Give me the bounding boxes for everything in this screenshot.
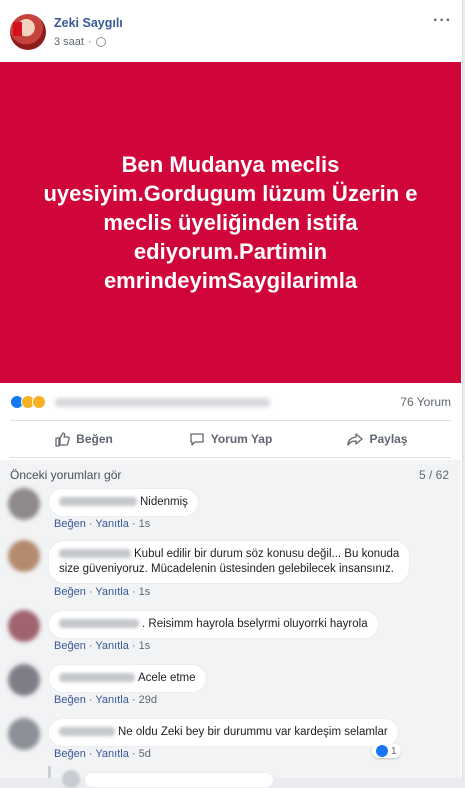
post-meta: 3 saat ·: [54, 36, 106, 48]
meta-separator: ·: [87, 36, 92, 48]
comment-actions: Beğen · Yanıtla · 5d: [54, 748, 151, 760]
comment-label: Yorum Yap: [210, 432, 273, 446]
comment-bubble: Kubul edilir bir durum söz konusu değil.…: [48, 540, 411, 584]
comment-like-link[interactable]: Beğen: [54, 694, 86, 706]
flag-icon: [13, 22, 22, 36]
more-options-icon[interactable]: ···: [433, 12, 452, 30]
separator: ·: [131, 694, 136, 706]
action-bar: Beğen Yorum Yap Paylaş: [10, 420, 451, 458]
comments-section: Önceki yorumları gör 5 / 62 Nidenmiş Beğ…: [0, 460, 461, 788]
separator: ·: [131, 586, 136, 598]
share-button[interactable]: Paylaş: [304, 421, 451, 457]
commenter-name-blurred[interactable]: [59, 727, 115, 737]
author-name[interactable]: Zeki Saygılı: [54, 16, 123, 30]
comment-bubble: Nidenmiş: [48, 488, 199, 517]
post-header: Zeki Saygılı 3 saat · ···: [0, 0, 462, 62]
comment-bubble: . Reisimm hayrola bselyrmi oluyorrki hay…: [48, 610, 379, 639]
comment-actions: Beğen · Yanıtla · 1s: [54, 640, 150, 652]
commenter-avatar[interactable]: [8, 664, 40, 696]
commenter-avatar[interactable]: [8, 718, 40, 750]
reaction-stats: 76 Yorum: [0, 388, 461, 416]
commenter-avatar[interactable]: [8, 540, 40, 572]
comment-reply-link[interactable]: Yanıtla: [95, 694, 128, 706]
comment-age[interactable]: 1s: [139, 586, 151, 598]
commenter-name-blurred[interactable]: [59, 673, 135, 683]
reaction-count: 1: [391, 745, 397, 757]
thumbs-up-icon: [55, 432, 70, 447]
author-avatar[interactable]: [10, 14, 46, 50]
comment-age[interactable]: 1s: [139, 640, 151, 652]
reply-bubble-partial: [84, 772, 274, 788]
commenter-name-blurred[interactable]: [59, 619, 139, 629]
comment-reply-link[interactable]: Yanıtla: [95, 518, 128, 530]
reaction-names-blurred[interactable]: [55, 397, 270, 407]
commenter-avatar[interactable]: [8, 488, 40, 520]
comment-count[interactable]: 76 Yorum: [400, 395, 451, 409]
like-label: Beğen: [76, 432, 113, 446]
separator: ·: [131, 748, 136, 760]
comment-text: Nidenmiş: [140, 496, 188, 508]
separator: ·: [131, 640, 136, 652]
separator: ·: [88, 640, 93, 652]
comment-reply-link[interactable]: Yanıtla: [95, 748, 128, 760]
share-icon: [347, 433, 364, 446]
comment-icon: [190, 433, 204, 446]
comment-text: Kubul edilir bir durum söz konusu değil.…: [134, 548, 400, 560]
comment-bubble: Ne oldu Zeki bey bir durummu var kardeşi…: [48, 718, 399, 747]
comment-age[interactable]: 29d: [139, 694, 157, 706]
comment-like-link[interactable]: Beğen: [54, 518, 86, 530]
wow-reaction-icon: [32, 395, 46, 409]
comments-pager: 5 / 62: [418, 468, 449, 482]
comment-age[interactable]: 1s: [139, 518, 151, 530]
comment-like-link[interactable]: Beğen: [54, 640, 86, 652]
comment-text: Ne oldu Zeki bey bir durummu var kardeşi…: [118, 726, 388, 738]
comment-text: Acele etme: [138, 672, 196, 684]
commenter-name-blurred[interactable]: [59, 497, 137, 507]
separator: ·: [88, 748, 93, 760]
comment-age[interactable]: 5d: [139, 748, 151, 760]
commenter-name-blurred[interactable]: [59, 549, 131, 559]
comment-text-line2: size güveniyoruz. Mücadelenin üstesinden…: [59, 563, 394, 575]
post-card: Zeki Saygılı 3 saat · ··· Ben Mudanya me…: [0, 0, 463, 788]
globe-icon: [95, 37, 106, 47]
separator: ·: [88, 694, 93, 706]
comment-like-link[interactable]: Beğen: [54, 748, 86, 760]
reaction-icons[interactable]: [10, 395, 46, 409]
separator: ·: [88, 518, 93, 530]
comment-like-link[interactable]: Beğen: [54, 586, 86, 598]
separator: ·: [88, 586, 93, 598]
comment-actions: Beğen · Yanıtla · 1s: [54, 586, 150, 598]
banner-text: Ben Mudanya meclis uyesiyim.Gordugum lüz…: [43, 152, 418, 293]
previous-comments-link[interactable]: Önceki yorumları gör: [10, 468, 121, 482]
post-banner: Ben Mudanya meclis uyesiyim.Gordugum lüz…: [0, 62, 461, 383]
reply-avatar[interactable]: [62, 770, 80, 788]
like-reaction-icon: [376, 745, 388, 757]
comment-button[interactable]: Yorum Yap: [157, 421, 304, 457]
separator: ·: [131, 518, 136, 530]
comment-reaction-count[interactable]: 1: [372, 744, 401, 758]
comment-actions: Beğen · Yanıtla · 1s: [54, 518, 150, 530]
comment-text: . Reisimm hayrola bselyrmi oluyorrki hay…: [142, 618, 368, 630]
post-time[interactable]: 3 saat: [54, 36, 84, 48]
comment-bubble: Acele etme: [48, 664, 207, 693]
share-label: Paylaş: [369, 432, 408, 446]
comment-actions: Beğen · Yanıtla · 29d: [54, 694, 157, 706]
comment-reply-link[interactable]: Yanıtla: [95, 640, 128, 652]
like-button[interactable]: Beğen: [10, 421, 157, 457]
reply-thread-line: [48, 766, 51, 778]
commenter-avatar[interactable]: [8, 610, 40, 642]
comment-reply-link[interactable]: Yanıtla: [95, 586, 128, 598]
